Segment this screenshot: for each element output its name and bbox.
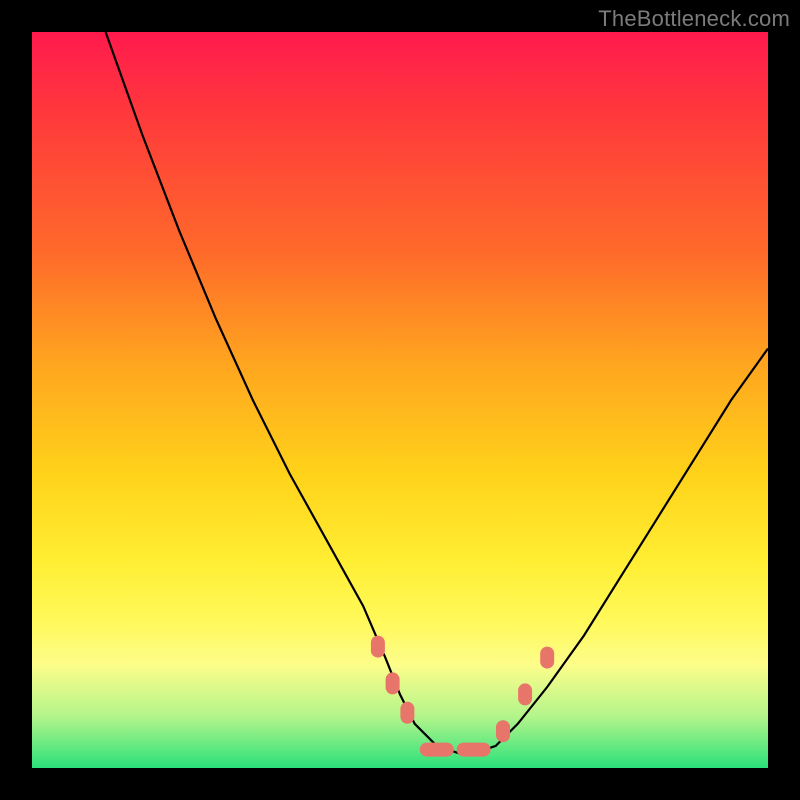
curve-marker xyxy=(386,672,400,694)
chart-frame: TheBottleneck.com xyxy=(0,0,800,800)
chart-svg xyxy=(32,32,768,768)
curve-marker xyxy=(400,702,414,724)
curve-marker xyxy=(496,720,510,742)
curve-marker xyxy=(518,683,532,705)
bottleneck-curve xyxy=(106,32,768,753)
curve-marker xyxy=(457,743,491,757)
curve-marker xyxy=(540,647,554,669)
curve-marker xyxy=(420,743,454,757)
marker-group xyxy=(371,636,554,757)
curve-marker xyxy=(371,636,385,658)
plot-area xyxy=(32,32,768,768)
watermark-text: TheBottleneck.com xyxy=(598,6,790,32)
